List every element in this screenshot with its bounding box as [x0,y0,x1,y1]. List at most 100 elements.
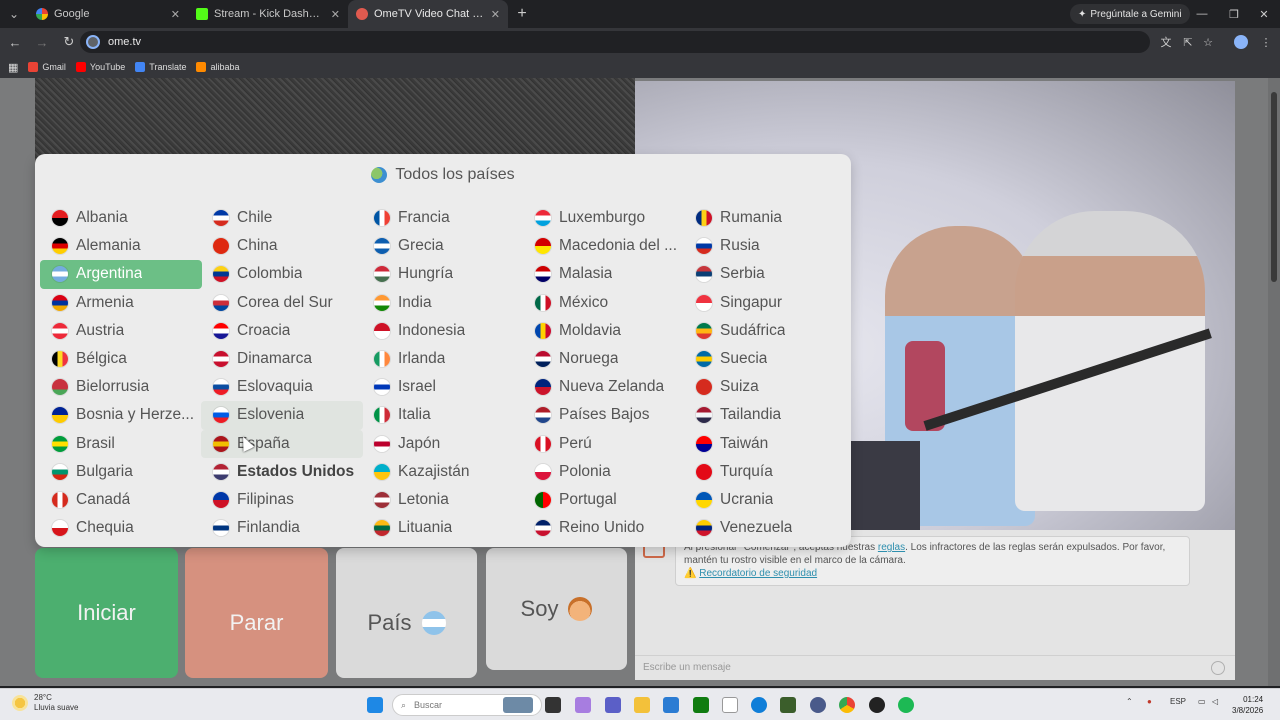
country-option[interactable]: Estados Unidos [201,458,363,486]
country-option[interactable]: Albania [40,204,202,232]
bookmark-star-icon[interactable]: ☆ [1198,32,1218,52]
country-option[interactable]: Corea del Sur [201,289,363,317]
tab-search-chevron-icon[interactable]: ⌄ [0,0,28,28]
country-option[interactable]: Armenia [40,289,202,317]
country-option[interactable]: Kazajistán [362,458,524,486]
country-option[interactable]: México [523,289,685,317]
news-widget-icon[interactable] [503,697,533,713]
country-option[interactable]: Chequia [40,514,202,542]
country-option[interactable]: Reino Unido [523,514,685,542]
new-tab-button[interactable]: + [508,5,536,23]
country-option[interactable]: España [201,429,363,458]
country-option[interactable]: Brasil [40,430,202,458]
minimize-window-icon[interactable]: — [1186,0,1218,28]
country-option[interactable]: Colombia [201,260,363,288]
task-view-icon[interactable] [545,697,561,713]
profile-avatar[interactable] [1231,32,1251,52]
microphone-tray-icon[interactable]: ● [1147,697,1152,706]
country-option[interactable]: Países Bajos [523,401,685,429]
country-option[interactable]: Chile [201,204,363,232]
country-option[interactable]: Letonia [362,486,524,514]
gender-button[interactable]: Soy [486,548,627,670]
country-option[interactable]: Rumania [684,204,846,232]
country-option[interactable]: Austria [40,317,202,345]
xbox-icon[interactable] [693,697,709,713]
rules-link[interactable]: reglas [878,542,905,553]
country-option[interactable]: Bielorrusia [40,373,202,401]
country-option[interactable]: Suiza [684,373,846,401]
scrollbar-thumb[interactable] [1271,92,1277,282]
country-option[interactable]: Bulgaria [40,458,202,486]
country-option[interactable]: Irlanda [362,345,524,373]
country-option[interactable]: Alemania [40,232,202,260]
country-option[interactable]: Ucrania [684,486,846,514]
settings-gear-icon[interactable] [810,697,826,713]
minecraft-icon[interactable] [780,697,796,713]
country-option[interactable]: Turquía [684,458,846,486]
edge-icon[interactable] [751,697,767,713]
site-info-icon[interactable] [86,35,100,49]
close-tab-icon[interactable]: ✕ [171,8,180,21]
install-app-icon[interactable]: ⇱ [1178,32,1198,52]
country-option[interactable]: Lituania [362,514,524,542]
country-option[interactable]: Rusia [684,232,846,260]
apps-grid-icon[interactable]: ▦ [8,61,18,74]
country-option[interactable]: Eslovaquia [201,373,363,401]
country-option[interactable]: Francia [362,204,524,232]
country-option[interactable]: Portugal [523,486,685,514]
country-option[interactable]: Grecia [362,232,524,260]
country-option[interactable]: Noruega [523,345,685,373]
country-option[interactable]: Filipinas [201,486,363,514]
page-scrollbar[interactable] [1268,78,1280,686]
notepad-icon[interactable] [722,697,738,713]
country-option[interactable]: Bosnia y Herze... [40,401,202,429]
country-option[interactable]: Indonesia [362,317,524,345]
bookmark-alibaba[interactable]: alibaba [196,62,240,72]
forward-icon[interactable]: → [30,30,54,54]
country-option[interactable]: Taiwán [684,430,846,458]
teams-icon[interactable] [605,697,621,713]
country-option[interactable]: Hungría [362,260,524,288]
close-window-icon[interactable]: ✕ [1248,0,1280,28]
back-icon[interactable]: ← [3,30,27,54]
country-option[interactable]: Malasia [523,260,685,288]
address-bar[interactable]: ome.tv [80,31,1150,53]
country-option[interactable]: Tailandia [684,401,846,429]
country-option[interactable]: Finlandia [201,514,363,542]
country-option[interactable]: Israel [362,373,524,401]
country-option[interactable]: Suecia [684,345,846,373]
country-option[interactable]: Sudáfrica [684,317,846,345]
file-explorer-icon[interactable] [634,697,650,713]
chrome-icon[interactable] [839,697,855,713]
country-option[interactable]: Nueva Zelanda [523,373,685,401]
country-option[interactable]: Japón [362,430,524,458]
spotify-icon[interactable] [898,697,914,713]
country-option[interactable]: Canadá [40,486,202,514]
close-tab-icon[interactable]: ✕ [331,8,340,21]
all-countries-option[interactable]: Todos los países [35,166,851,184]
country-button[interactable]: País [336,548,477,678]
language-indicator[interactable]: ESP [1170,697,1186,706]
country-option[interactable]: China [201,232,363,260]
translate-icon[interactable]: 文 [1156,32,1176,52]
tab-ometv[interactable]: OmeTV Video Chat — Ome ✕ [348,0,508,28]
network-icon[interactable]: ▭ [1198,697,1206,706]
volume-icon[interactable]: ◁ [1212,697,1218,706]
country-option[interactable]: Croacia [201,317,363,345]
country-option[interactable]: Serbia [684,260,846,288]
country-option[interactable]: Perú [523,430,685,458]
country-option[interactable]: Italia [362,401,524,429]
taskbar-clock[interactable]: 01:24 3/8/2026 [1232,694,1263,716]
bookmark-gmail[interactable]: Gmail [28,62,66,72]
safety-reminder-link[interactable]: Recordatorio de seguridad [699,568,817,579]
copilot-icon[interactable] [575,697,591,713]
store-icon[interactable] [663,697,679,713]
emoji-icon[interactable] [1211,661,1225,675]
weather-widget[interactable]: 28°C Lluvia suave [12,693,78,713]
country-option[interactable]: Moldavia [523,317,685,345]
restore-window-icon[interactable]: ❐ [1218,0,1250,28]
country-option[interactable]: Macedonia del ... [523,232,685,260]
start-button[interactable]: Iniciar [35,548,178,678]
country-option[interactable]: Polonia [523,458,685,486]
obs-icon[interactable] [869,697,885,713]
